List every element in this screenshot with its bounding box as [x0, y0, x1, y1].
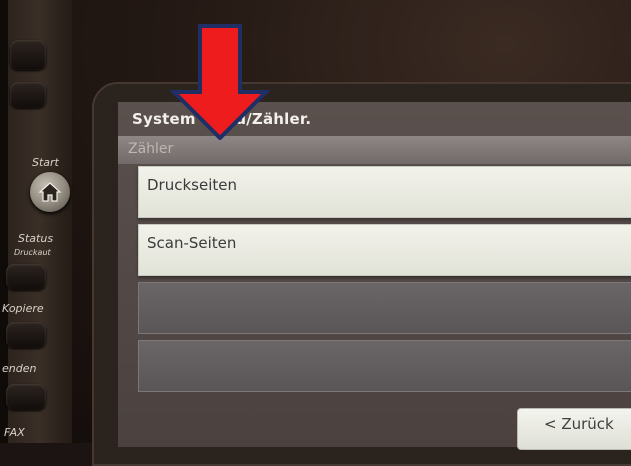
- status-label: Status: [18, 232, 54, 245]
- back-button[interactable]: < Zurück: [517, 408, 631, 450]
- list-item-scan-pages[interactable]: Scan-Seiten: [138, 224, 631, 276]
- device-control-panel: Start Status Druckaut Kopiere enden FAX: [0, 0, 72, 443]
- status-button[interactable]: [6, 264, 46, 290]
- copy-button[interactable]: [6, 322, 46, 348]
- down-arrow-annotation: [170, 24, 270, 140]
- home-icon: [38, 182, 62, 202]
- hardware-button-upper[interactable]: [10, 82, 46, 108]
- list-item-label: Scan-Seiten: [147, 234, 237, 252]
- copy-label: Kopiere: [2, 302, 44, 315]
- home-button[interactable]: [30, 172, 70, 212]
- back-button-label: < Zurück: [544, 415, 614, 433]
- list-item-label: Druckseiten: [147, 176, 237, 194]
- status-sub-label: Druckaut: [14, 248, 51, 257]
- fax-label: FAX: [4, 426, 25, 439]
- send-label: enden: [2, 362, 37, 375]
- list-item-empty-2: [138, 340, 631, 392]
- touch-screen: System nü/Zähler. Zähler Druckseiten Sca…: [118, 102, 631, 447]
- hardware-button-top[interactable]: [10, 40, 46, 70]
- list-item-print-pages[interactable]: Druckseiten: [138, 166, 631, 218]
- panel-edge: [0, 0, 8, 443]
- list-item-empty-1: [138, 282, 631, 334]
- section-header: Zähler: [118, 136, 631, 164]
- start-label: Start: [32, 156, 59, 169]
- send-button[interactable]: [6, 384, 46, 410]
- section-label: Zähler: [128, 141, 174, 157]
